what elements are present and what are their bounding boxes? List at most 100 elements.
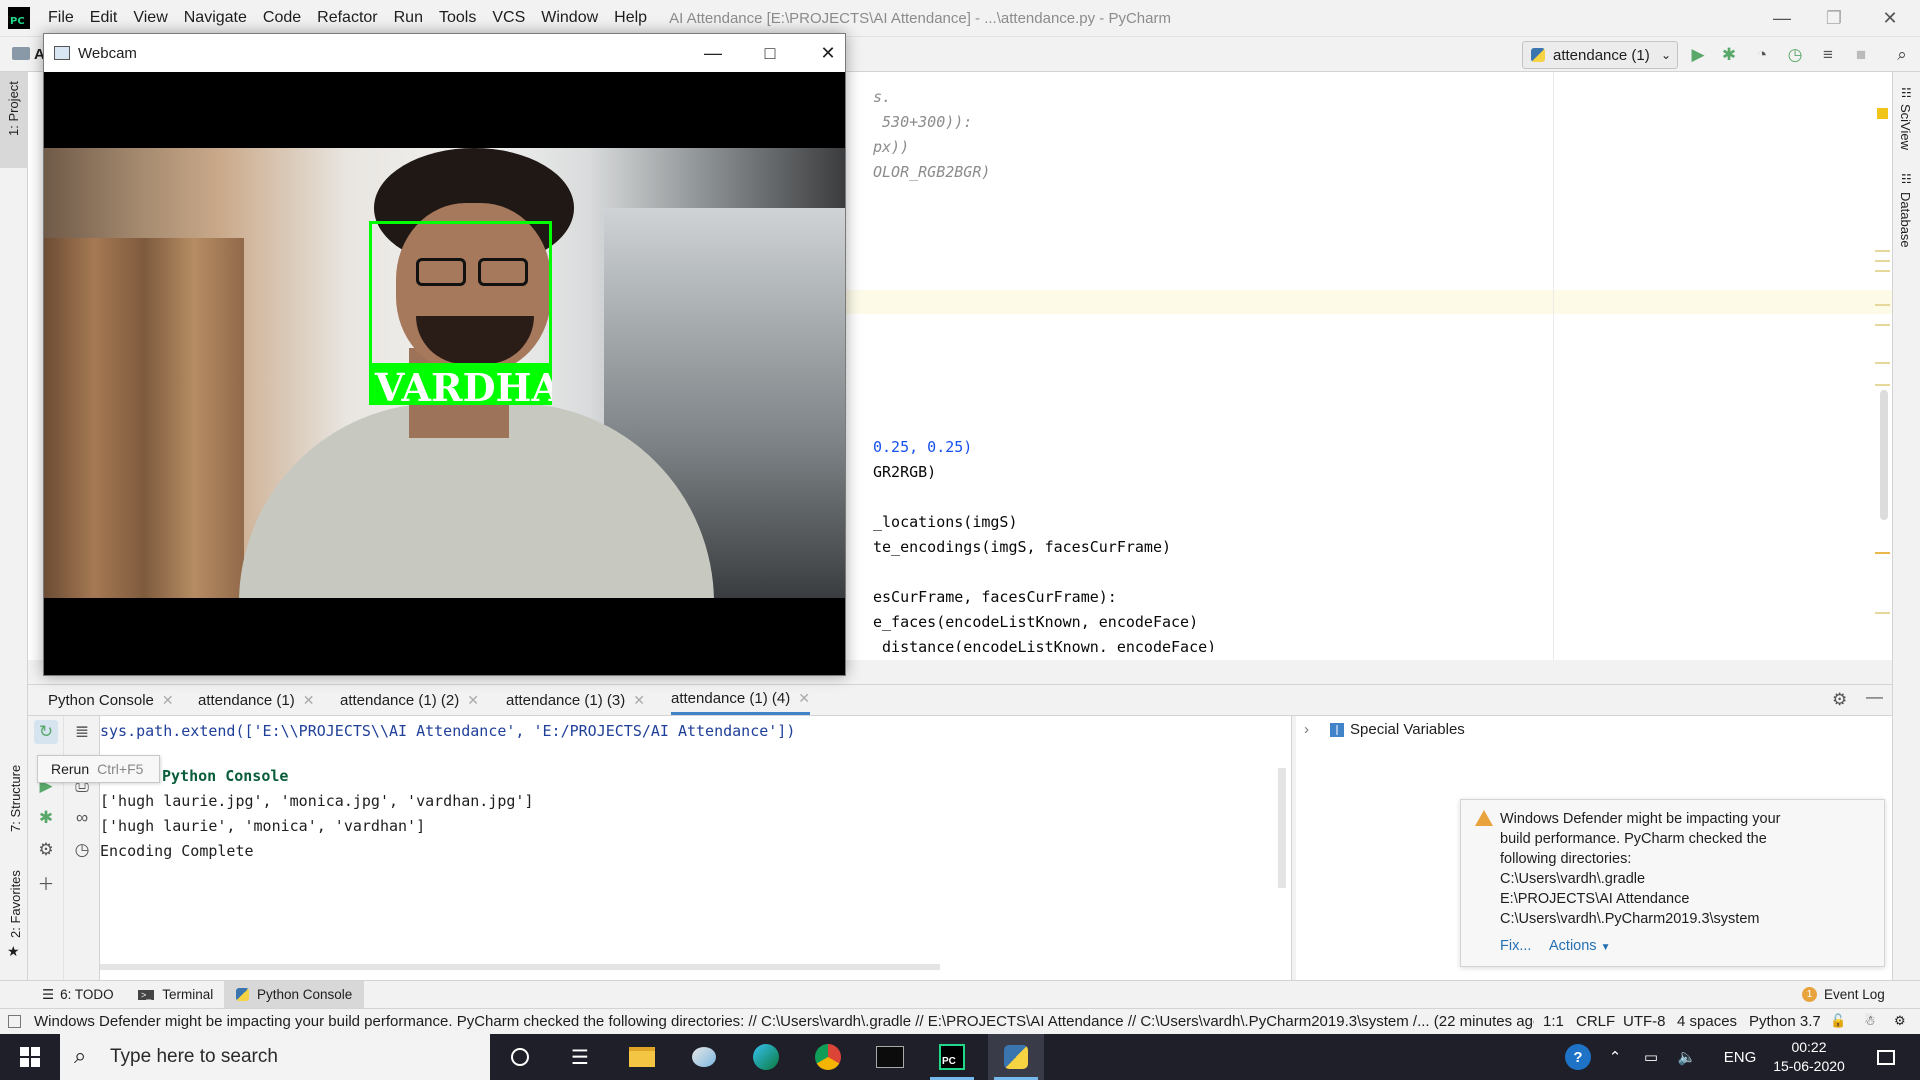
hide-panel-icon[interactable]: — xyxy=(1866,687,1883,707)
tab-attendance-1[interactable]: attendance (1) ✕ xyxy=(198,685,314,715)
scroll-marker[interactable] xyxy=(1875,260,1890,262)
menu-help[interactable]: Help xyxy=(606,9,655,27)
special-variables-node[interactable]: Special Variables xyxy=(1350,721,1465,738)
help-icon[interactable]: ? xyxy=(1560,1034,1596,1080)
concurrency-icon[interactable]: ≡ xyxy=(1816,43,1840,67)
minimize-icon[interactable]: — xyxy=(1754,0,1810,37)
console-output[interactable]: sys.path.extend(['E:\\PROJECTS\\AI Atten… xyxy=(100,716,1292,980)
structure-tool-button[interactable]: 7: Structure xyxy=(8,765,23,832)
gear-icon[interactable]: ⚙ xyxy=(1832,690,1847,710)
event-log-tool-button[interactable]: 1 Event Log xyxy=(1802,981,1885,1008)
close-tab-icon[interactable]: ✕ xyxy=(633,692,645,709)
run-icon[interactable]: ▶ xyxy=(1686,43,1710,67)
debug-icon[interactable]: ✱ xyxy=(34,806,58,830)
add-icon[interactable]: ＋ xyxy=(34,870,58,894)
settings-icon[interactable]: ⚙ xyxy=(34,838,58,862)
webcam-titlebar[interactable]: Webcam — □ ✕ xyxy=(44,34,845,72)
history-icon[interactable]: ◷ xyxy=(70,838,94,862)
menu-refactor[interactable]: Refactor xyxy=(309,9,385,27)
caret-position[interactable]: 1:1 xyxy=(1543,1013,1564,1030)
close-tab-icon[interactable]: ✕ xyxy=(798,690,810,707)
soft-wrap-icon[interactable]: ≣ xyxy=(70,720,94,744)
search-icon[interactable]: ⌕ xyxy=(1890,43,1914,67)
python-taskbar-icon[interactable] xyxy=(988,1034,1044,1080)
taskbar-search-box[interactable]: ⌕ Type here to search xyxy=(60,1034,490,1080)
cortana-icon[interactable] xyxy=(492,1034,548,1080)
scroll-marker[interactable] xyxy=(1875,552,1890,554)
battery-icon[interactable]: ▭ xyxy=(1636,1034,1666,1080)
chrome-browser-icon[interactable] xyxy=(800,1034,856,1080)
scroll-marker[interactable] xyxy=(1875,362,1890,364)
paint-icon[interactable] xyxy=(676,1034,732,1080)
warning-marker-icon[interactable] xyxy=(1877,108,1888,119)
pycharm-taskbar-icon[interactable]: PC xyxy=(924,1034,980,1080)
stop-icon[interactable]: ■ xyxy=(1849,43,1873,67)
volume-icon[interactable]: 🔈 xyxy=(1672,1034,1702,1080)
run-configuration-select[interactable]: attendance (1) ⌄ xyxy=(1522,41,1678,69)
fix-link[interactable]: Fix... xyxy=(1500,938,1531,954)
profile-icon[interactable]: ◷ xyxy=(1783,43,1807,67)
favorites-tool-button[interactable]: 2: Favorites xyxy=(8,870,23,938)
close-icon[interactable]: ✕ xyxy=(1862,0,1918,37)
debug-icon[interactable]: ✱ xyxy=(1717,43,1741,67)
python-console-tool-button[interactable]: Python Console xyxy=(224,981,365,1008)
language-indicator[interactable]: ENG xyxy=(1720,1034,1760,1080)
tab-attendance-1-3[interactable]: attendance (1) (3) ✕ xyxy=(506,685,645,715)
python-interpreter[interactable]: Python 3.7 xyxy=(1749,1013,1821,1030)
clock[interactable]: 00:22 15-06-2020 xyxy=(1764,1034,1854,1080)
scroll-marker[interactable] xyxy=(1875,304,1890,306)
chevron-up-icon[interactable]: ⌃ xyxy=(1600,1034,1630,1080)
command-prompt-icon[interactable] xyxy=(862,1034,918,1080)
menu-window[interactable]: Window xyxy=(533,9,606,27)
actions-dropdown[interactable]: Actions ▼ xyxy=(1549,938,1611,954)
status-message[interactable]: Windows Defender might be impacting your… xyxy=(34,1013,1534,1030)
close-icon[interactable]: ✕ xyxy=(799,34,857,72)
scroll-marker[interactable] xyxy=(1875,612,1890,614)
show-variables-icon[interactable]: ∞ xyxy=(70,806,94,830)
tab-attendance-1-4[interactable]: attendance (1) (4) ✕ xyxy=(671,685,810,715)
menu-run[interactable]: Run xyxy=(386,9,431,27)
scroll-marker[interactable] xyxy=(1875,250,1890,252)
todo-tool-button[interactable]: ☰ 6: TODO xyxy=(42,981,114,1008)
tab-python-console[interactable]: Python Console ✕ xyxy=(48,685,174,715)
close-tab-icon[interactable]: ✕ xyxy=(162,692,174,709)
restore-icon[interactable]: ❐ xyxy=(1806,0,1862,37)
coverage-icon[interactable]: ◔ xyxy=(1750,43,1774,67)
sciview-tool-button[interactable]: SciView xyxy=(1898,104,1913,150)
file-encoding[interactable]: UTF-8 xyxy=(1623,1013,1666,1030)
maximize-icon[interactable]: □ xyxy=(741,34,799,72)
scroll-marker[interactable] xyxy=(1875,384,1890,386)
close-tab-icon[interactable]: ✕ xyxy=(303,692,315,709)
editor-scrollbar[interactable] xyxy=(1880,390,1888,520)
scroll-marker[interactable] xyxy=(1875,324,1890,326)
minimize-icon[interactable]: — xyxy=(684,34,742,72)
close-tab-icon[interactable]: ✕ xyxy=(467,692,479,709)
database-tool-button[interactable]: Database xyxy=(1898,192,1913,248)
inspector-icon[interactable]: ☃ xyxy=(1864,1013,1876,1029)
menu-edit[interactable]: Edit xyxy=(82,9,126,27)
start-button[interactable] xyxy=(0,1034,60,1080)
menu-view[interactable]: View xyxy=(125,9,175,27)
webcam-window[interactable]: Webcam — □ ✕ VARDHAN xyxy=(43,33,846,676)
console-scrollbar[interactable] xyxy=(1278,768,1286,888)
indent-setting[interactable]: 4 spaces xyxy=(1677,1013,1737,1030)
project-tool-button[interactable]: 1: Project xyxy=(0,72,28,168)
task-view-icon[interactable]: ☰ xyxy=(552,1034,608,1080)
toggle-tool-windows-icon[interactable] xyxy=(8,1015,21,1028)
edge-browser-icon[interactable] xyxy=(738,1034,794,1080)
lock-icon[interactable]: 🔓 xyxy=(1830,1013,1846,1029)
rerun-icon[interactable]: ↻ xyxy=(34,720,58,744)
file-explorer-icon[interactable] xyxy=(614,1034,670,1080)
scroll-marker[interactable] xyxy=(1875,270,1890,272)
notifications-icon[interactable] xyxy=(1866,1034,1906,1080)
menu-tools[interactable]: Tools xyxy=(431,9,484,27)
menu-code[interactable]: Code xyxy=(255,9,309,27)
line-separator[interactable]: CRLF xyxy=(1576,1013,1615,1030)
memory-icon[interactable]: ⚙ xyxy=(1894,1013,1906,1029)
menu-navigate[interactable]: Navigate xyxy=(176,9,255,27)
terminal-tool-button[interactable]: >_ Terminal xyxy=(138,981,213,1008)
tab-attendance-1-2[interactable]: attendance (1) (2) ✕ xyxy=(340,685,479,715)
menu-vcs[interactable]: VCS xyxy=(484,9,533,27)
menu-file[interactable]: File xyxy=(40,9,82,27)
chevron-right-icon[interactable]: › xyxy=(1304,721,1309,738)
